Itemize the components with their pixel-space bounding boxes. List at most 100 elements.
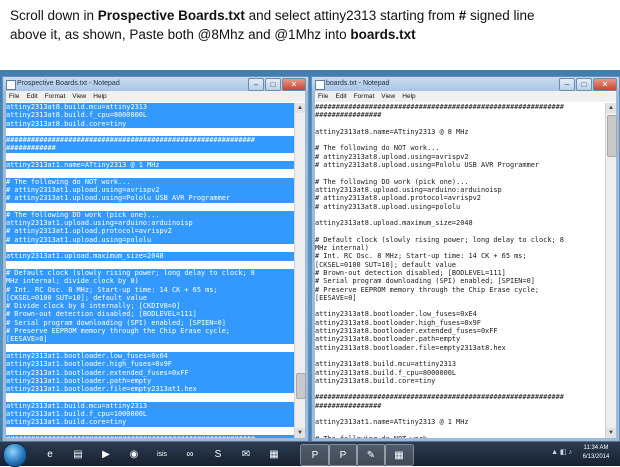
text-line <box>6 128 295 136</box>
text-line: attiny2313at8.build.mcu=attiny2313 <box>315 360 457 369</box>
clock-date: 6/13/2014 <box>582 454 610 460</box>
menu-help[interactable]: Help <box>93 91 106 102</box>
scroll-thumb[interactable] <box>607 115 617 157</box>
scroll-up-arrow-icon[interactable]: ▲ <box>295 103 305 113</box>
menu-file[interactable]: File <box>9 91 19 102</box>
menu-edit[interactable]: Edit <box>26 91 37 102</box>
text-line: # Preserve EEPROM memory through the Chi… <box>6 327 295 336</box>
caption-filename-prospective: Prospective Boards.txt <box>97 8 245 23</box>
media-icon[interactable]: ▶ <box>92 444 120 464</box>
notepad-app-icon <box>315 80 325 90</box>
text-line: [CKSEL=0100 SUT=10]; default value <box>315 260 457 269</box>
text-line <box>315 385 606 393</box>
text-line: # attiny2313at1.upload.using=avrispv2 <box>6 185 295 195</box>
pinterest-icon[interactable]: P <box>300 444 330 466</box>
text-line: # The following DO work (pick one)... <box>6 210 295 220</box>
menu-view[interactable]: View <box>72 91 86 102</box>
menu-help[interactable]: Help <box>402 91 415 102</box>
ie-icon[interactable]: e <box>36 444 64 464</box>
chrome-icon[interactable]: ◉ <box>120 444 148 464</box>
text-line: # Default clock (slowly rising power; lo… <box>6 268 295 278</box>
caption-text: and select attiny2313 starting from <box>244 8 459 23</box>
menu-file[interactable]: File <box>318 91 328 102</box>
text-line: attiny2313at8.build.mcu=attiny2313 <box>6 103 295 112</box>
close-button[interactable]: ✕ <box>282 78 306 91</box>
text-line: # Divide clock by 8 internally; [CKDIV8=… <box>6 302 295 311</box>
notepad-icon[interactable]: ▦ <box>260 444 288 464</box>
powerpoint-icon[interactable]: P <box>328 444 358 466</box>
text-line: attiny2313at8.bootloader.extended_fuses=… <box>315 327 498 336</box>
text-line: attiny2313at8.build.f_cpu=8000000L <box>315 368 457 377</box>
vertical-scrollbar[interactable]: ▲ ▼ <box>605 103 617 438</box>
maximize-button[interactable]: □ <box>265 78 281 91</box>
notepad-window-boards[interactable]: boards.txt - Notepad – □ ✕ File Edit For… <box>311 76 620 442</box>
text-editor-area[interactable]: ########################################… <box>315 103 606 438</box>
window-controls: – □ ✕ <box>248 78 306 91</box>
start-button[interactable] <box>3 443 27 467</box>
text-line: attiny2313at1.bootloader.path=empty <box>6 376 295 386</box>
text-line: # The following DO work (pick one)... <box>315 177 469 186</box>
minimize-button[interactable]: – <box>559 78 575 91</box>
notepad2-icon[interactable]: ▦ <box>384 444 414 466</box>
text-line <box>315 211 606 219</box>
window-title: boards.txt - Notepad <box>326 80 390 87</box>
minimize-button[interactable]: – <box>248 78 264 91</box>
text-line: attiny2313at8.bootloader.low_fuses=0xE4 <box>315 310 477 319</box>
caption-line-1: Scroll down in Prospective Boards.txt an… <box>10 6 610 25</box>
text-line: [EESAVE=0] <box>6 335 295 344</box>
text-line <box>6 169 295 177</box>
caption-filename-boards: boards.txt <box>350 27 416 42</box>
paint-icon[interactable]: ✎ <box>356 444 386 466</box>
text-line <box>315 302 606 310</box>
text-line: attiny2313at1.name=ATtiny2313 @ 1 MHz <box>6 161 295 170</box>
folder-icon[interactable]: ▤ <box>64 444 92 464</box>
text-line: # attiny2313at8.upload.using=Pololu USB … <box>315 161 540 170</box>
menu-format[interactable]: Format <box>45 91 66 102</box>
text-line: attiny2313at1.bootloader.file=empty2313a… <box>6 385 295 394</box>
text-line: # Serial program downloading (SPI) enabl… <box>6 318 295 328</box>
mail-icon[interactable]: ✉ <box>232 444 260 464</box>
caption-text: Scroll down in <box>10 8 98 23</box>
close-button[interactable]: ✕ <box>593 78 617 91</box>
text-line: # Serial program downloading (SPI) enabl… <box>315 277 535 286</box>
menu-view[interactable]: View <box>381 91 395 102</box>
text-line: [CKSEL=0100 SUT=10]; default value <box>6 293 295 303</box>
text-line: # attiny2313at8.upload.using=pololu <box>315 202 461 211</box>
scroll-up-arrow-icon[interactable]: ▲ <box>606 103 616 113</box>
text-line: # Int. RC Osc. 8 MHz; Start-up time: 14 … <box>315 252 527 261</box>
skype-icon[interactable]: S <box>204 444 232 464</box>
arduino-icon[interactable]: ∞ <box>176 444 204 464</box>
text-line: attiny2313at1.bootloader.low_fuses=0x64 <box>6 351 295 361</box>
vertical-scrollbar[interactable]: ▲ ▼ <box>294 103 306 438</box>
text-line: ########################################… <box>6 136 295 145</box>
text-line: # Int. RC Osc. 8 MHz; Start-up time: 14 … <box>6 285 295 294</box>
taskbar: e ▤ ▶ ◉ isis ∞ S ✉ ▦ P P ✎ ▦ ▲ ◧ ♪ 11:34 AM 6/13/201… <box>0 441 620 467</box>
text-editor-area[interactable]: attiny2313at8.build.mcu=attiny2313 attiny… <box>6 103 295 438</box>
text-line: # attiny2313at8.upload.protocol=avrispv2 <box>315 194 481 203</box>
system-clock[interactable]: 11:34 AM 6/13/2014 <box>576 444 616 464</box>
text-line <box>6 153 295 161</box>
text-line <box>315 169 606 177</box>
menu-format[interactable]: Format <box>354 91 375 102</box>
scroll-down-arrow-icon[interactable]: ▼ <box>606 428 616 438</box>
text-line: # The following do NOT work... <box>315 144 440 153</box>
maximize-button[interactable]: □ <box>576 78 592 91</box>
text-line: attiny2313at8.bootloader.high_fuses=0x9F <box>315 318 481 327</box>
text-line: attiny2313at8.upload.using=arduino:ardui… <box>315 185 502 194</box>
text-line: attiny2313at1.name=ATtiny2313 @ 1 MHz <box>315 418 469 427</box>
scroll-thumb[interactable] <box>296 373 306 399</box>
menu-edit[interactable]: Edit <box>335 91 346 102</box>
title-bar[interactable]: boards.txt - Notepad – □ ✕ <box>312 77 619 91</box>
text-line: # attiny2313at1.upload.using=Pololu USB … <box>6 194 295 203</box>
title-bar[interactable]: Prospective Boards.txt - Notepad – □ ✕ <box>3 77 308 91</box>
caption-text: signed line <box>466 8 535 23</box>
text-line: attiny2313at8.bootloader.file=empty2313a… <box>315 343 506 352</box>
isis-icon[interactable]: isis <box>148 444 176 464</box>
text-line: ########################################… <box>315 393 564 402</box>
text-line <box>315 427 606 435</box>
text-line: MHz internal) <box>315 244 369 253</box>
scroll-down-arrow-icon[interactable]: ▼ <box>295 428 305 438</box>
notepad-window-prospective[interactable]: Prospective Boards.txt - Notepad – □ ✕ F… <box>2 76 309 442</box>
text-line <box>6 393 295 401</box>
tray-icons[interactable]: ▲ ◧ ♪ <box>551 448 572 456</box>
